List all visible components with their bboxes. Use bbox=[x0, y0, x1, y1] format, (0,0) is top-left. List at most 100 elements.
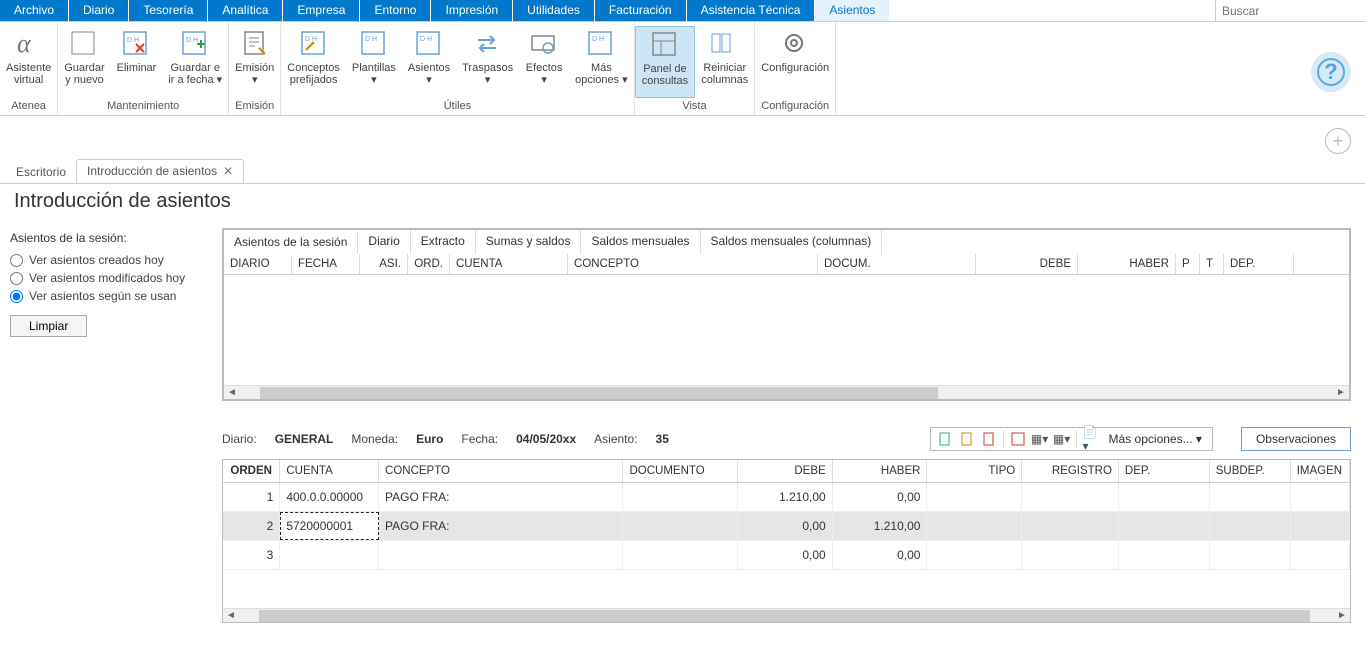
inner-tab-0[interactable]: Asientos de la sesión bbox=[224, 231, 358, 255]
menu-diario[interactable]: Diario bbox=[69, 0, 129, 21]
radio-1[interactable]: Ver asientos modificados hoy bbox=[10, 271, 205, 285]
ribbon: αAsistentevirtualAteneaGuardary nuevoD H… bbox=[0, 22, 1365, 116]
ribbon-traspasos[interactable]: Traspasos▾ bbox=[456, 26, 519, 98]
doc-tab-0[interactable]: Escritorio bbox=[6, 161, 76, 183]
ribbon-icon: D H bbox=[413, 28, 445, 60]
cell-tipo bbox=[927, 541, 1022, 569]
ribbon-group-label: Emisión bbox=[229, 98, 280, 115]
ribbon-icon: α bbox=[13, 28, 45, 60]
g1-col-ord.[interactable]: ORD. bbox=[408, 254, 450, 274]
radio-0[interactable]: Ver asientos creados hoy bbox=[10, 253, 205, 267]
g1-col-fecha[interactable]: FECHA bbox=[292, 254, 360, 274]
cell-documento bbox=[623, 512, 737, 540]
tool-b-icon[interactable]: ▦▾ bbox=[1032, 431, 1048, 447]
ribbon-guardar-e[interactable]: D HGuardar eir a fecha ▾ bbox=[162, 26, 228, 98]
menu-utilidades[interactable]: Utilidades bbox=[513, 0, 595, 21]
ribbon-group-label: Atenea bbox=[0, 98, 57, 115]
menu-impresión[interactable]: Impresión bbox=[431, 0, 513, 21]
g1-col-t[interactable]: T bbox=[1200, 254, 1224, 274]
table-row[interactable]: 30,000,00 bbox=[223, 541, 1350, 570]
ribbon-guardar[interactable]: Guardary nuevo bbox=[58, 26, 110, 98]
menu-tesorería[interactable]: Tesorería bbox=[129, 0, 208, 21]
tool-a-icon[interactable] bbox=[1010, 431, 1026, 447]
menu-asientos[interactable]: Asientos bbox=[815, 0, 890, 21]
g1-col-diario[interactable]: DIARIO bbox=[224, 254, 292, 274]
ribbon-plantillas[interactable]: D HPlantillas▾ bbox=[346, 26, 402, 98]
g2-col-dep.[interactable]: DEP. bbox=[1119, 460, 1210, 482]
g1-col-debe[interactable]: DEBE bbox=[976, 254, 1078, 274]
g2-col-cuenta[interactable]: CUENTA bbox=[280, 460, 379, 482]
ribbon-asientos[interactable]: D HAsientos▾ bbox=[402, 26, 456, 98]
g2-col-registro[interactable]: REGISTRO bbox=[1022, 460, 1119, 482]
cell-cuenta[interactable]: 5720000001 bbox=[280, 512, 379, 540]
horizontal-scrollbar[interactable]: ◄ ► bbox=[224, 385, 1349, 399]
g1-col-docum.[interactable]: DOCUM. bbox=[818, 254, 976, 274]
document-tabs: EscritorioIntroducción de asientos✕ bbox=[0, 160, 1365, 184]
observations-button[interactable]: Observaciones bbox=[1241, 427, 1351, 451]
ribbon-icon: D H bbox=[358, 28, 390, 60]
ribbon-eliminar[interactable]: D HEliminar bbox=[111, 26, 163, 98]
ribbon-conceptos[interactable]: D HConceptosprefijados bbox=[281, 26, 346, 98]
g2-col-documento[interactable]: DOCUMENTO bbox=[623, 460, 737, 482]
ribbon-icon bbox=[779, 28, 811, 60]
doc-edit-icon[interactable] bbox=[959, 431, 975, 447]
doc-new-icon[interactable] bbox=[937, 431, 953, 447]
lines-scrollbar[interactable]: ◄ ► bbox=[223, 608, 1350, 622]
table-row[interactable]: 25720000001PAGO FRA:0,001.210,00 bbox=[223, 512, 1350, 541]
menu-asistencia técnica[interactable]: Asistencia Técnica bbox=[687, 0, 816, 21]
g2-col-haber[interactable]: HABER bbox=[833, 460, 928, 482]
cell-haber: 0,00 bbox=[833, 541, 928, 569]
inner-tab-3[interactable]: Sumas y saldos bbox=[476, 230, 582, 254]
close-icon[interactable]: ✕ bbox=[223, 164, 233, 178]
g1-col-concepto[interactable]: CONCEPTO bbox=[568, 254, 818, 274]
menu-facturación[interactable]: Facturación bbox=[595, 0, 687, 21]
g1-col-p[interactable]: P bbox=[1176, 254, 1200, 274]
moneda-label: Moneda: bbox=[351, 432, 398, 446]
ribbon-panel-de[interactable]: Panel deconsultas bbox=[635, 26, 695, 98]
inner-tab-2[interactable]: Extracto bbox=[411, 230, 476, 254]
g1-col-haber[interactable]: HABER bbox=[1078, 254, 1176, 274]
cell-orden: 1 bbox=[223, 483, 280, 511]
g2-col-subdep.[interactable]: SUBDEP. bbox=[1210, 460, 1291, 482]
inner-tab-1[interactable]: Diario bbox=[358, 230, 410, 254]
ribbon-efectos[interactable]: Efectos▾ bbox=[519, 26, 569, 98]
menu-analítica[interactable]: Analítica bbox=[208, 0, 283, 21]
doc-tab-1[interactable]: Introducción de asientos✕ bbox=[76, 159, 244, 183]
ribbon-reiniciar[interactable]: Reiniciarcolumnas bbox=[695, 26, 754, 98]
ribbon-icon bbox=[472, 28, 504, 60]
g2-col-concepto[interactable]: CONCEPTO bbox=[379, 460, 623, 482]
tool-d-icon[interactable]: 📄▾ bbox=[1083, 431, 1099, 447]
cell-orden: 2 bbox=[223, 512, 280, 540]
main-panel: Asientos de la sesiónDiarioExtractoSumas… bbox=[222, 228, 1351, 623]
inner-tabs: Asientos de la sesiónDiarioExtractoSumas… bbox=[223, 229, 1350, 254]
page-title: Introducción de asientos bbox=[14, 190, 231, 213]
cell-dep bbox=[1119, 512, 1210, 540]
menu-empresa[interactable]: Empresa bbox=[283, 0, 360, 21]
doc-del-icon[interactable] bbox=[981, 431, 997, 447]
menu-entorno[interactable]: Entorno bbox=[360, 0, 431, 21]
g2-col-tipo[interactable]: TIPO bbox=[927, 460, 1022, 482]
inner-tab-4[interactable]: Saldos mensuales bbox=[581, 230, 700, 254]
ribbon-configuración[interactable]: Configuración bbox=[755, 26, 835, 98]
help-icon[interactable]: ? bbox=[1311, 52, 1351, 92]
tool-c-icon[interactable]: ▦▾ bbox=[1054, 431, 1070, 447]
ribbon-asistente[interactable]: αAsistentevirtual bbox=[0, 26, 57, 98]
menu-archivo[interactable]: Archivo bbox=[0, 0, 69, 21]
ribbon-emisión[interactable]: Emisión▾ bbox=[229, 26, 280, 98]
g2-col-imagen[interactable]: IMAGEN bbox=[1291, 460, 1350, 482]
g2-col-orden[interactable]: ORDEN bbox=[223, 460, 280, 482]
ribbon-más[interactable]: D HMásopciones ▾ bbox=[569, 26, 634, 98]
inner-tab-5[interactable]: Saldos mensuales (columnas) bbox=[701, 230, 883, 254]
g2-col-debe[interactable]: DEBE bbox=[738, 460, 833, 482]
clean-button[interactable]: Limpiar bbox=[10, 315, 87, 337]
table-row[interactable]: 1400.0.0.00000PAGO FRA:1.210,000,00 bbox=[223, 483, 1350, 512]
ribbon-icon bbox=[239, 28, 271, 60]
g1-col-dep.[interactable]: DEP. bbox=[1224, 254, 1294, 274]
g1-col-cuenta[interactable]: CUENTA bbox=[450, 254, 568, 274]
radio-2[interactable]: Ver asientos según se usan bbox=[10, 289, 205, 303]
g1-col-asi.[interactable]: ASI. bbox=[360, 254, 408, 274]
add-tab-icon[interactable]: + bbox=[1325, 128, 1351, 154]
search-input[interactable] bbox=[1216, 0, 1365, 21]
asiento-value: 35 bbox=[656, 432, 669, 446]
more-options-menu[interactable]: Más opciones... ▾ bbox=[1105, 432, 1206, 446]
